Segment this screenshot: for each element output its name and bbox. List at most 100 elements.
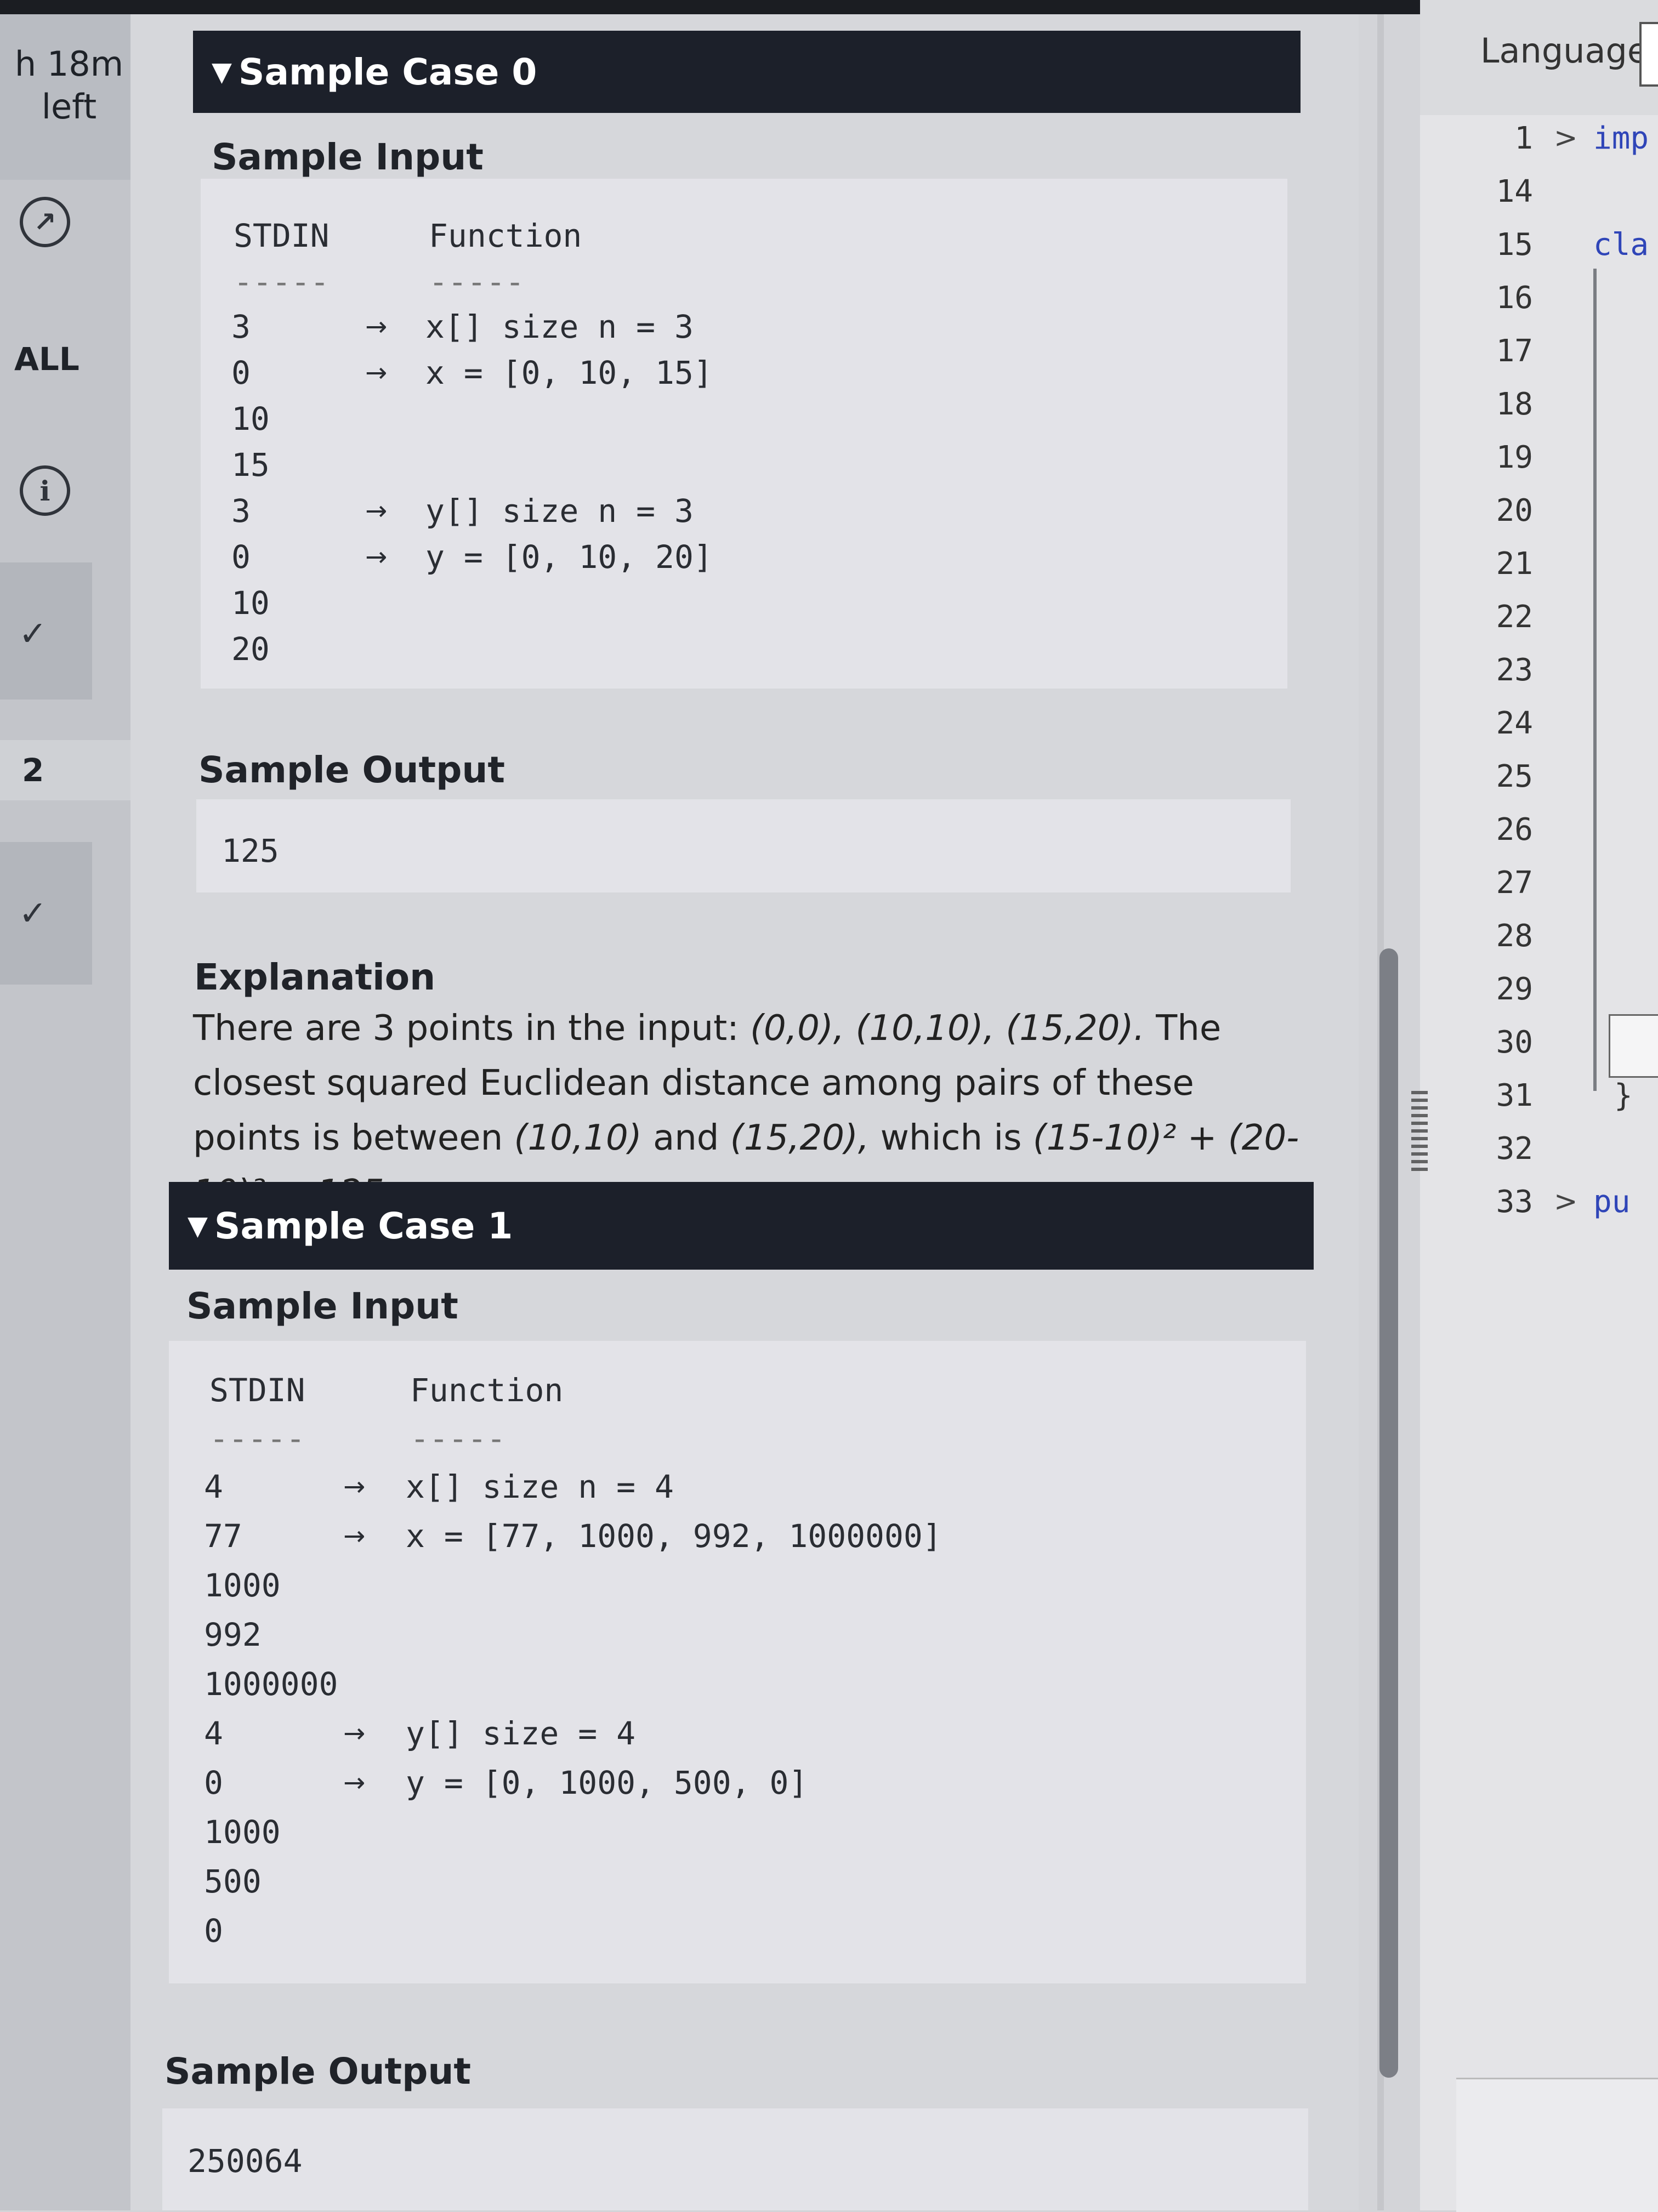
sample-case-0-header[interactable]: ▼ Sample Case 0 (193, 31, 1301, 113)
line-number: 21 (1496, 546, 1533, 582)
rail-item-question-1[interactable]: ✓ (0, 603, 138, 663)
explanation-points: (0,0), (10,10), (15,20). (750, 1008, 1145, 1049)
compass-icon: ↗ (20, 197, 70, 247)
info-icon: i (20, 465, 70, 516)
arrow-icon: → (365, 357, 388, 388)
language-select[interactable] (1639, 22, 1658, 87)
sample-input-heading: Sample Input (186, 1285, 458, 1327)
stdin-value: 4 (204, 1468, 223, 1505)
col-function: Function (410, 1372, 564, 1409)
sample-output-box-0 (196, 799, 1291, 892)
check-icon: ✓ (19, 613, 47, 653)
rail-item-all[interactable]: ALL (0, 329, 138, 389)
explanation-point-b: (15,20), (730, 1118, 870, 1158)
time-remaining-label: left (41, 87, 97, 127)
stdin-value: 500 (204, 1863, 262, 1900)
indent-guide (1593, 269, 1597, 1091)
code-token[interactable]: } (1614, 1078, 1633, 1113)
rail-item-all-label: ALL (14, 340, 80, 378)
stdin-value: 10 (231, 584, 270, 622)
line-number: 17 (1496, 333, 1533, 369)
line-number: 22 (1496, 599, 1533, 635)
col-stdin: STDIN (209, 1372, 305, 1409)
explanation-point-a: (10,10) (514, 1118, 642, 1158)
rail-item-question-2[interactable]: 2 (0, 740, 138, 800)
sample-case-0-title: Sample Case 0 (238, 50, 537, 93)
function-desc: x[] size n = 4 (406, 1468, 674, 1505)
function-desc: y[] size n = 3 (425, 492, 694, 530)
line-number: 14 (1496, 174, 1533, 209)
collapse-triangle-icon: ▼ (188, 1210, 208, 1241)
line-number: 26 (1496, 812, 1533, 848)
stdin-value: 3 (231, 492, 251, 530)
sample-output-heading: Sample Output (164, 2050, 471, 2092)
question-number: 2 (22, 752, 44, 789)
check-icon: ✓ (19, 892, 47, 933)
sample-output-box-1 (162, 2108, 1308, 2210)
function-desc: y = [0, 1000, 500, 0] (406, 1764, 808, 1801)
arrow-icon: → (343, 1767, 366, 1798)
dashes: ----- (429, 263, 525, 300)
dashes: ----- (234, 263, 330, 300)
explanation-heading: Explanation (194, 956, 436, 998)
stdin-value: 0 (231, 354, 251, 391)
code-token[interactable]: cla (1593, 227, 1649, 263)
sample-input-box-1 (169, 1341, 1306, 1983)
line-number: 28 (1496, 918, 1533, 954)
fold-chevron-icon[interactable]: > (1554, 122, 1578, 155)
fold-chevron-icon[interactable]: > (1554, 1185, 1578, 1218)
rail-item-question-3[interactable]: ✓ (0, 883, 138, 943)
arrow-icon: → (343, 1471, 366, 1502)
sample-case-1-title: Sample Case 1 (214, 1204, 513, 1247)
sample-output-1: 250064 (188, 2142, 303, 2180)
line-number: 16 (1496, 280, 1533, 316)
line-number: 27 (1496, 865, 1533, 901)
stdin-value: 10 (231, 400, 270, 437)
stdin-value: 0 (204, 1764, 223, 1801)
line-number: 25 (1496, 759, 1533, 794)
stdin-value: 1000000 (204, 1665, 338, 1703)
code-token[interactable]: pu (1593, 1184, 1630, 1220)
function-desc: y[] size = 4 (406, 1715, 636, 1752)
explanation-part: which is (869, 1118, 1033, 1158)
rail-item-compass[interactable]: ↗ (0, 192, 138, 252)
line-number: 15 (1496, 227, 1533, 263)
rail-item-info[interactable]: i (0, 460, 138, 521)
function-desc: x = [0, 10, 15] (425, 354, 713, 391)
sample-output-0: 125 (222, 832, 279, 869)
arrow-icon: → (365, 496, 388, 526)
stdin-value: 992 (204, 1616, 262, 1653)
sample-input-box-0 (201, 179, 1287, 689)
line-number: 33 (1496, 1184, 1533, 1220)
dashes: ----- (410, 1420, 506, 1457)
line-number: 19 (1496, 440, 1533, 475)
editor-footer (1456, 2078, 1658, 2212)
line-number: 29 (1496, 971, 1533, 1007)
language-label: Language (1480, 31, 1648, 71)
explanation-part: and (641, 1118, 730, 1158)
time-remaining-value: h 18m (14, 44, 124, 84)
stdin-value: 1000 (204, 1567, 281, 1604)
stdin-value: 77 (204, 1517, 242, 1555)
col-stdin: STDIN (234, 217, 330, 254)
line-number: 31 (1496, 1078, 1533, 1113)
scrollbar-thumb[interactable] (1379, 948, 1398, 2078)
arrow-icon: → (365, 311, 388, 342)
stdin-value: 20 (231, 630, 270, 668)
arrow-icon: → (365, 542, 388, 572)
line-number: 20 (1496, 493, 1533, 528)
editor-widget (1609, 1014, 1658, 1078)
stdin-value: 4 (204, 1715, 223, 1752)
collapse-triangle-icon: ▼ (212, 56, 232, 87)
stdin-value: 0 (231, 538, 251, 576)
top-bar (0, 0, 1658, 14)
function-desc: x[] size n = 3 (425, 308, 694, 345)
time-remaining: h 18m left (0, 14, 138, 180)
arrow-icon: → (343, 1521, 366, 1551)
function-desc: x = [77, 1000, 992, 1000000] (406, 1517, 942, 1555)
function-desc: y = [0, 10, 20] (425, 538, 713, 576)
sample-case-1-header[interactable]: ▼ Sample Case 1 (169, 1182, 1314, 1270)
stdin-value: 1000 (204, 1813, 281, 1851)
sample-output-heading: Sample Output (198, 749, 505, 791)
code-token[interactable]: imp (1593, 121, 1649, 156)
